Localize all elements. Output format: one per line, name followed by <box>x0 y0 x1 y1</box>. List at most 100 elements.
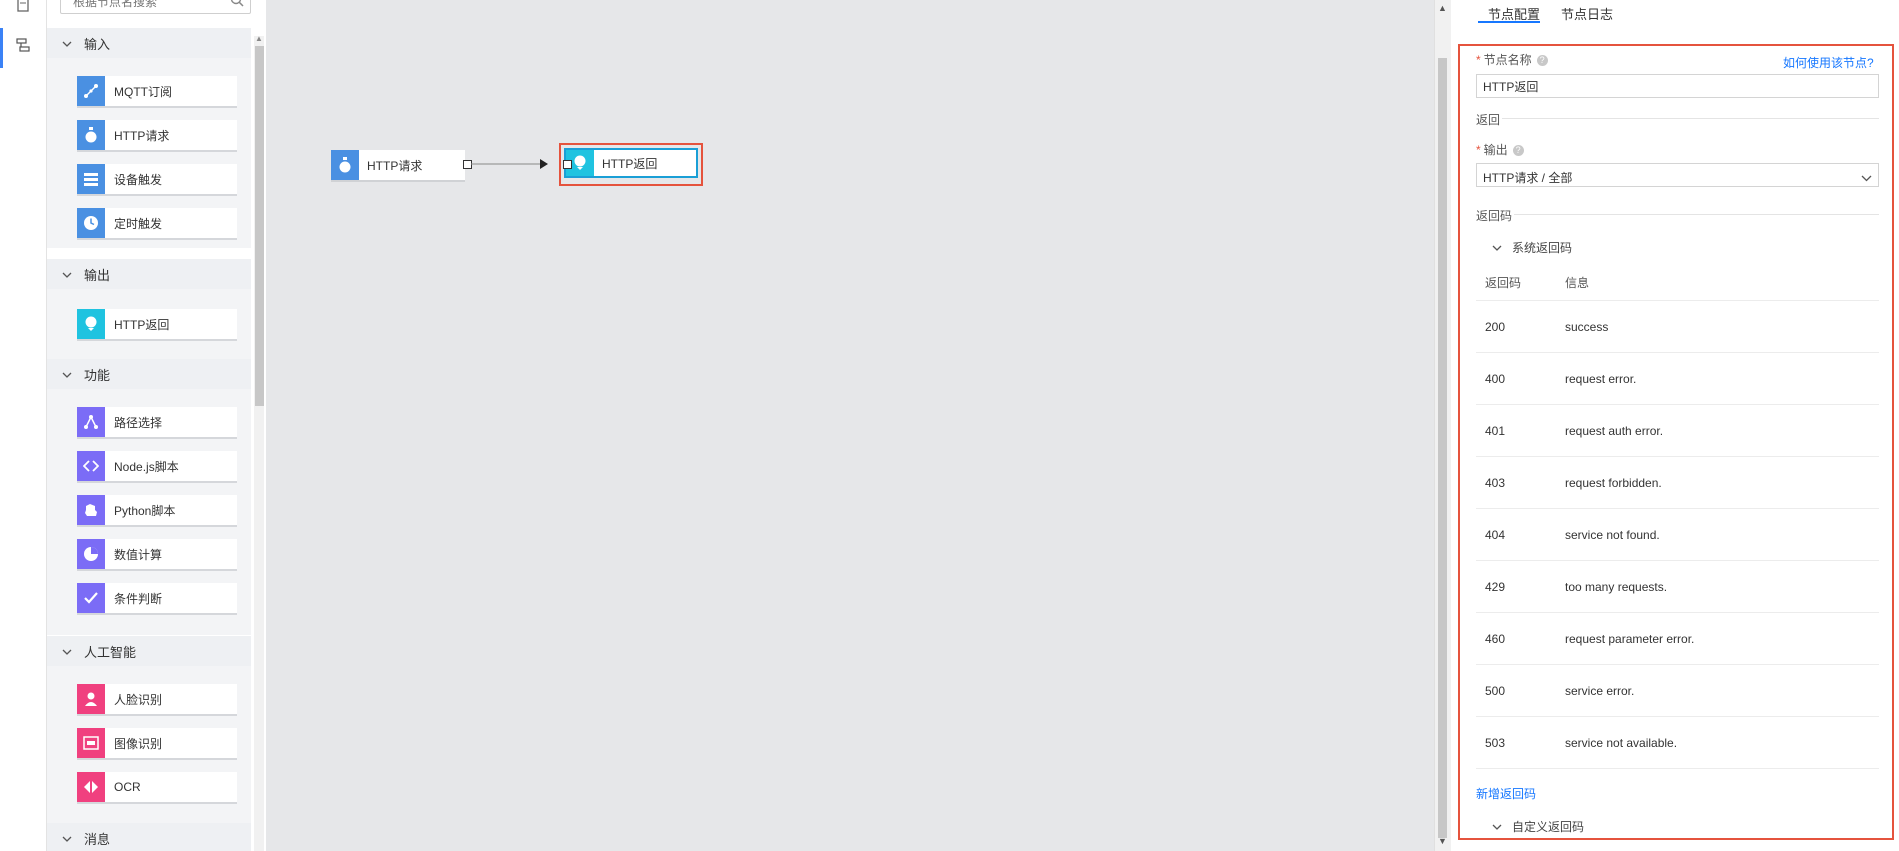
node-search-box[interactable] <box>60 0 251 14</box>
node-search-input[interactable] <box>71 0 225 10</box>
palette-node-image-recognition[interactable]: 图像识别 <box>77 728 237 760</box>
canvas-node-label: HTTP返回 <box>602 156 658 171</box>
return-section-label: 返回 <box>1476 113 1501 127</box>
palette-node-ocr[interactable]: OCR <box>77 772 237 804</box>
group-header-ai[interactable]: 人工智能 <box>47 636 251 666</box>
message-cell: success <box>1565 320 1609 334</box>
chevron-down-icon <box>1861 171 1872 185</box>
input-port[interactable] <box>563 160 572 169</box>
code-cell: 404 <box>1485 528 1506 542</box>
group-header-function[interactable]: 功能 <box>47 359 251 389</box>
chevron-down-icon <box>62 644 72 659</box>
flow-canvas[interactable]: HTTP请求 HTTP返回 <box>266 0 1434 851</box>
column-header-message: 信息 <box>1565 276 1590 290</box>
table-row: 500 service error. <box>1476 664 1879 717</box>
table-row: 429 too many requests. <box>1476 560 1879 613</box>
help-icon[interactable]: ? <box>1512 145 1524 156</box>
palette-node-http-request[interactable]: HTTP请求 <box>77 120 237 152</box>
python-icon <box>77 495 105 525</box>
palette-node-label: MQTT订阅 <box>114 84 172 99</box>
http-request-icon <box>77 120 105 150</box>
palette-node-numeric-calc[interactable]: 数值计算 <box>77 539 237 571</box>
list-icon[interactable] <box>12 0 34 16</box>
group-label: 功能 <box>84 367 111 383</box>
left-rail <box>0 0 47 851</box>
message-cell: service error. <box>1565 684 1635 698</box>
node-name-label: * 节点名称? <box>1476 51 1548 68</box>
canvas-node-http-response[interactable]: HTTP返回 <box>564 148 698 178</box>
table-row: 503 service not available. <box>1476 716 1879 769</box>
message-cell: request error. <box>1565 372 1637 386</box>
column-header-code: 返回码 <box>1485 276 1522 290</box>
pie-icon <box>77 539 105 569</box>
node-name-field[interactable] <box>1476 74 1879 98</box>
palette-node-timer-trigger[interactable]: 定时触发 <box>77 208 237 240</box>
help-link[interactable]: 如何使用该节点? <box>1783 54 1874 71</box>
palette-node-label: Python脚本 <box>114 503 176 518</box>
group-header-output[interactable]: 输出 <box>47 259 251 289</box>
palette-node-label: 路径选择 <box>114 415 163 430</box>
code-cell: 200 <box>1485 320 1506 334</box>
chevron-down-icon <box>1492 241 1502 255</box>
connector-edge[interactable] <box>470 155 550 173</box>
add-return-code-link[interactable]: 新增返回码 <box>1476 785 1536 802</box>
tab-node-log[interactable]: 节点日志 <box>1561 4 1613 23</box>
palette-node-nodejs-script[interactable]: Node.js脚本 <box>77 451 237 483</box>
code-cell: 500 <box>1485 684 1506 698</box>
search-icon[interactable] <box>230 0 244 10</box>
palette-node-face-recognition[interactable]: 人脸识别 <box>77 684 237 716</box>
group-body-function: 路径选择 Node.js脚本 Python脚本 数值计算 条件判断 <box>47 389 251 635</box>
palette-node-label: 数值计算 <box>114 547 163 562</box>
output-label: * 输出? <box>1476 141 1524 158</box>
palette-node-label: HTTP请求 <box>114 128 170 143</box>
message-cell: service not available. <box>1565 736 1678 750</box>
palette-node-python-script[interactable]: Python脚本 <box>77 495 237 527</box>
node-palette: 输入 MQTT订阅 HTTP请求 设备触发 定时触发 输出 HTTP返回 <box>47 0 265 851</box>
code-cell: 401 <box>1485 424 1506 438</box>
device-trigger-icon <box>77 164 105 194</box>
code-cell: 400 <box>1485 372 1506 386</box>
table-header: 返回码 信息 <box>1476 264 1879 301</box>
message-cell: service not found. <box>1565 528 1660 542</box>
output-select-value: HTTP请求 / 全部 <box>1483 171 1573 185</box>
message-cell: request parameter error. <box>1565 632 1695 646</box>
chevron-down-icon <box>62 367 72 382</box>
palette-node-path-select[interactable]: 路径选择 <box>77 407 237 439</box>
divider <box>1502 118 1879 119</box>
palette-node-mqtt[interactable]: MQTT订阅 <box>77 76 237 108</box>
flow-icon[interactable] <box>12 34 34 56</box>
help-icon[interactable]: ? <box>1536 55 1548 66</box>
scroll-up-icon[interactable]: ▲ <box>255 34 263 43</box>
table-row: 403 request forbidden. <box>1476 456 1879 509</box>
code-cell: 403 <box>1485 476 1506 490</box>
group-header-input[interactable]: 输入 <box>47 28 251 58</box>
canvas-node-http-request[interactable]: HTTP请求 <box>331 150 465 182</box>
custom-codes-toggle[interactable]: 自定义返回码 <box>1492 818 1584 835</box>
ocr-icon <box>77 772 105 802</box>
palette-scrollbar-thumb[interactable] <box>255 46 264 406</box>
group-label: 消息 <box>84 831 111 847</box>
http-request-icon <box>331 150 359 180</box>
canvas-scrollbar-thumb[interactable] <box>1438 58 1447 838</box>
system-codes-toggle[interactable]: 系统返回码 <box>1492 239 1572 256</box>
palette-node-label: OCR <box>114 780 141 794</box>
palette-node-device-trigger[interactable]: 设备触发 <box>77 164 237 196</box>
palette-node-http-response[interactable]: HTTP返回 <box>77 309 237 341</box>
scroll-up-icon[interactable]: ▲ <box>1438 3 1447 13</box>
path-select-icon <box>77 407 105 437</box>
divider <box>1514 214 1879 215</box>
output-select[interactable]: HTTP请求 / 全部 <box>1476 163 1879 187</box>
palette-node-condition[interactable]: 条件判断 <box>77 583 237 615</box>
message-cell: too many requests. <box>1565 580 1668 594</box>
face-icon <box>77 684 105 714</box>
group-header-message[interactable]: 消息 <box>47 823 251 851</box>
code-icon <box>77 451 105 481</box>
palette-node-label: HTTP返回 <box>114 317 170 332</box>
table-row: 404 service not found. <box>1476 508 1879 561</box>
palette-node-label: 图像识别 <box>114 736 163 751</box>
http-response-icon <box>77 309 105 339</box>
scroll-down-icon[interactable]: ▼ <box>1438 836 1447 846</box>
system-codes-label: 系统返回码 <box>1512 241 1573 255</box>
rail-active-indicator <box>0 28 3 68</box>
table-row: 400 request error. <box>1476 352 1879 405</box>
